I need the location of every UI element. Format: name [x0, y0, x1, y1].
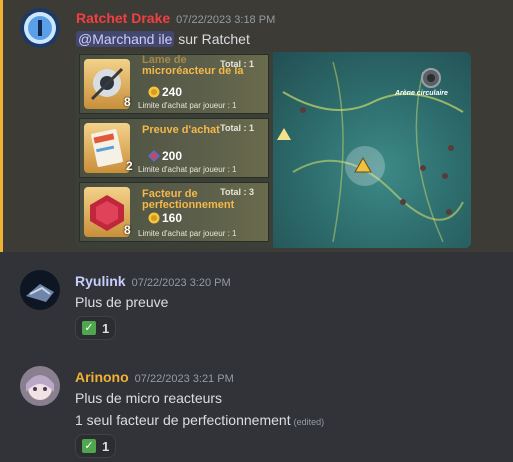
item-total: Total : 1 — [220, 59, 254, 69]
item-limit: Limite d'achat par joueur : 1 — [138, 101, 237, 110]
image-attachment[interactable]: 8 Lame de microréacteur de la Total : 1 … — [75, 52, 471, 248]
gold-coin-icon — [148, 212, 160, 224]
author-name[interactable]: Arinono 07/22/2023 3:21 PM — [75, 369, 234, 385]
minimap-terrain — [282, 61, 464, 243]
role-mention[interactable]: @Marchand ile — [76, 31, 175, 47]
blue-gem-icon — [148, 150, 160, 162]
proof-of-purchase-icon — [84, 123, 130, 173]
check-mark-icon: ✓ — [82, 321, 96, 335]
author-name-text[interactable]: Ratchet Drake — [76, 10, 170, 26]
message-text: @Marchand ile sur Ratchet — [76, 31, 250, 47]
player-position-icon — [354, 156, 372, 173]
avatar[interactable] — [20, 366, 60, 406]
item-quantity: 8 — [124, 223, 131, 237]
item-limit: Limite d'achat par joueur : 1 — [138, 165, 237, 174]
item-quantity: 2 — [126, 159, 133, 173]
author-name[interactable]: Ryulink 07/22/2023 3:20 PM — [75, 273, 231, 289]
message-ryulink: Ryulink 07/22/2023 3:20 PM Plus de preuve… — [0, 262, 513, 346]
item-quantity: 8 — [124, 95, 131, 109]
reaction-count: 1 — [102, 438, 110, 454]
item-price: 200 — [148, 149, 182, 163]
shop-item-card: 8 Facteur de perfectionnement Total : 3 … — [79, 182, 269, 242]
message-text-content: 1 seul facteur de perfectionnement — [75, 412, 291, 428]
gold-coin-icon — [148, 86, 160, 98]
edited-tag: (edited) — [293, 417, 325, 427]
timestamp: 07/22/2023 3:21 PM — [134, 373, 234, 385]
item-price-value: 200 — [162, 149, 183, 163]
item-price-value: 240 — [162, 85, 183, 99]
reaction-button[interactable]: ✓ 1 — [75, 316, 117, 340]
message-text: 1 seul facteur de perfectionnement (edite… — [75, 412, 324, 428]
map-location-label: Arène circulaire — [395, 90, 448, 97]
message-text-rest: sur Ratchet — [174, 31, 250, 47]
timestamp: 07/22/2023 3:20 PM — [131, 277, 231, 289]
message-arinono: Arinono 07/22/2023 3:21 PM Plus de micro … — [0, 358, 513, 462]
timestamp: 07/22/2023 3:18 PM — [176, 14, 276, 26]
reaction-count: 1 — [102, 320, 110, 336]
author-name-text[interactable]: Ryulink — [75, 273, 126, 289]
item-name-top: Lame de — [142, 54, 187, 66]
shop-panel: 8 Lame de microréacteur de la Total : 1 … — [75, 52, 273, 248]
check-mark-icon: ✓ — [82, 439, 96, 453]
author-name[interactable]: Ratchet Drake 07/22/2023 3:18 PM — [76, 10, 275, 26]
shop-item-card: 2 Preuve d'achat Total : 1 200 Limite d'… — [79, 118, 269, 178]
waypoint-icon — [277, 128, 291, 140]
item-price-value: 160 — [162, 211, 183, 225]
avatar[interactable] — [20, 8, 60, 48]
avatar[interactable] — [20, 270, 60, 310]
item-total: Total : 1 — [220, 123, 254, 133]
message-text: Plus de micro reacteurs — [75, 390, 223, 406]
minimap: Arène circulaire — [273, 52, 471, 248]
message-ratchet-drake: Ratchet Drake 07/22/2023 3:18 PM @Marchan… — [0, 0, 513, 252]
author-name-text[interactable]: Arinono — [75, 369, 129, 385]
item-price: 240 — [148, 85, 182, 99]
reaction-button[interactable]: ✓ 1 — [75, 434, 117, 458]
item-price: 160 — [148, 211, 182, 225]
shop-item-card: 8 Lame de microréacteur de la Total : 1 … — [79, 54, 269, 114]
message-text: Plus de preuve — [75, 294, 169, 310]
item-limit: Limite d'achat par joueur : 1 — [138, 229, 237, 238]
item-total: Total : 3 — [220, 187, 254, 197]
